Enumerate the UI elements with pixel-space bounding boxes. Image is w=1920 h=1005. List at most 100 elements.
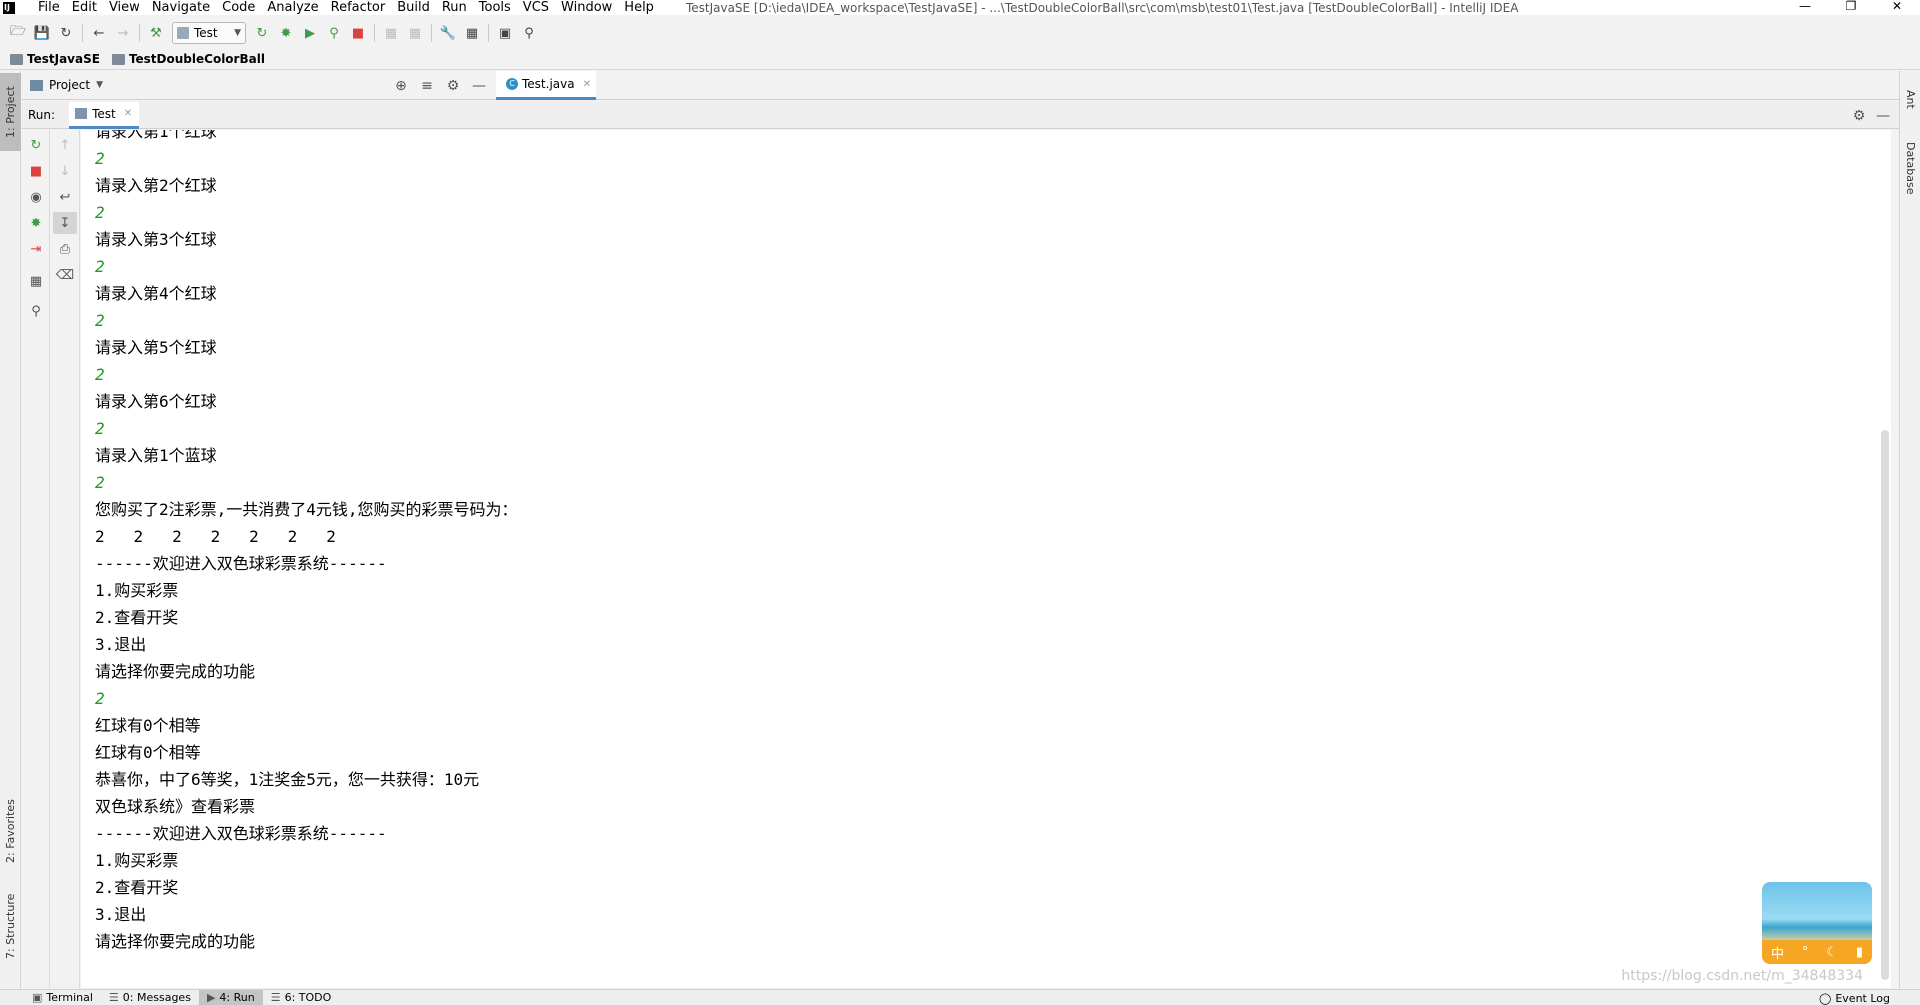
profile-icon[interactable]: ⚲ [322, 22, 346, 44]
run-tool-window-header: Run: Test ✕ ⚙ — [22, 101, 1899, 129]
tab-run[interactable]: ▶ 4: Run [198, 989, 263, 1005]
settings-wrench-icon[interactable]: 🔧 [436, 22, 460, 44]
gear-icon[interactable]: ⚙ [440, 78, 466, 94]
tab-messages[interactable]: ☰ 0: Messages [101, 990, 199, 1005]
project-panel-actions: ⊕ ≡ ⚙ — [388, 71, 492, 100]
rerun-icon[interactable]: ↻ [250, 22, 274, 44]
menu-run[interactable]: Run [442, 0, 467, 15]
arrow-down-icon[interactable]: ↓ [53, 160, 77, 182]
project-view-select[interactable]: Project [49, 78, 90, 92]
pin-icon[interactable]: ⚲ [24, 300, 48, 322]
synchronize-icon[interactable]: ↻ [54, 22, 78, 44]
menu-file[interactable]: File [38, 0, 60, 15]
console-output-line: 请录入第6个红球 [95, 392, 217, 411]
breadcrumb-project[interactable]: TestJavaSE [10, 52, 100, 66]
menu-bar: File Edit View Navigate Code Analyze Ref… [38, 0, 666, 15]
scroll-to-end-icon[interactable]: ↧ [53, 212, 77, 234]
breadcrumb-module[interactable]: TestDoubleColorBall [111, 52, 265, 66]
tab-structure[interactable]: 7: Structure [0, 886, 21, 966]
tab-project[interactable]: 1: Project [0, 73, 21, 151]
run-play-icon: ▶ [206, 991, 216, 1004]
tab-ant[interactable]: Ant [1900, 79, 1920, 119]
run-configuration-select[interactable]: Test ▼ [172, 22, 246, 44]
menu-window[interactable]: Window [561, 0, 612, 15]
run-label: Run: [28, 108, 56, 122]
trash-icon[interactable]: ⌫ [53, 264, 77, 286]
console-output[interactable]: 请录入第1个红球 2 请录入第2个红球 2 请录入第3个红球 2 请录入第4个红球 2 请录入第… [81, 130, 1891, 988]
breadcrumb-label: TestJavaSE [27, 52, 100, 66]
console-output-line: 3.退出 [95, 905, 147, 924]
menu-code[interactable]: Code [222, 0, 255, 15]
tab-todo[interactable]: ☰ 6: TODO [263, 990, 340, 1005]
editor-tab-test-java[interactable]: C Test.java ✕ [496, 71, 596, 100]
menu-vcs[interactable]: VCS [523, 0, 549, 15]
tab-database-label: Database [1904, 141, 1917, 195]
rerun-icon[interactable]: ↻ [24, 134, 48, 156]
layout-icon[interactable]: ▦ [24, 270, 48, 292]
close-tab-icon[interactable]: ✕ [124, 108, 132, 119]
exit-icon[interactable]: ⇥ [24, 238, 48, 260]
moon-icon: ☾ [1826, 944, 1838, 960]
project-structure-icon[interactable]: ▦ [460, 22, 484, 44]
tab-favorites[interactable]: 2: Favorites [0, 796, 21, 866]
run-coverage-icon[interactable]: ▶ [298, 22, 322, 44]
locate-target-icon[interactable]: ⊕ [388, 78, 414, 94]
menu-navigate[interactable]: Navigate [152, 0, 210, 15]
back-icon[interactable]: ← [87, 22, 111, 44]
tab-messages-label: 0: Messages [122, 991, 191, 1004]
soft-wrap-icon[interactable]: ↩ [53, 186, 77, 208]
console-output-line: 请录入第1个红球 [95, 130, 217, 141]
menu-help[interactable]: Help [624, 0, 654, 15]
menu-refactor[interactable]: Refactor [331, 0, 386, 15]
console-output-line: 双色球系统》查看彩票 [95, 797, 256, 816]
search-icon[interactable]: ⚲ [517, 22, 541, 44]
debug-bug-icon[interactable]: ✸ [24, 212, 48, 234]
window-title: TestJavaSE [D:\ieda\IDEA_workspace\TestJ… [685, 0, 1519, 15]
minimize-icon[interactable]: — [1782, 0, 1828, 15]
close-icon[interactable]: ✕ [1874, 0, 1920, 15]
console-output-line: 请录入第1个蓝球 [95, 446, 217, 465]
run-tab-test[interactable]: Test ✕ [69, 101, 140, 129]
floating-ime-widget[interactable]: 中 ° ☾ ▮ [1762, 882, 1872, 964]
navigation-bar: TestJavaSE TestDoubleColorBall [0, 49, 1920, 70]
open-folder-icon[interactable]: 🗁 [6, 22, 30, 44]
chevron-down-icon[interactable]: ▼ [96, 80, 103, 90]
close-tab-icon[interactable]: ✕ [583, 79, 591, 90]
debug-bug-icon[interactable]: ✸ [274, 22, 298, 44]
menu-build[interactable]: Build [397, 0, 430, 15]
run-actions-toolbar: ↻ ■ ◉ ✸ ⇥ ▦ ⚲ [22, 130, 50, 988]
terminal-window-icon[interactable]: ▣ [493, 22, 517, 44]
menu-edit[interactable]: Edit [72, 0, 97, 15]
print-icon[interactable]: ⎙ [53, 238, 77, 260]
commit-icon[interactable]: ▦ [403, 22, 427, 44]
update-icon[interactable]: ▦ [379, 22, 403, 44]
camera-dump-icon[interactable]: ◉ [24, 186, 48, 208]
editor-tab-bar: C Test.java ✕ [496, 71, 1899, 100]
main-toolbar: 🗁 💾 ↻ ← → ⚒ Test ▼ ↻ ✸ ▶ ⚲ ■ ▦ ▦ 🔧 ▦ ▣ ⚲ [0, 18, 1920, 48]
save-all-icon[interactable]: 💾 [30, 22, 54, 44]
event-log[interactable]: ◯ Event Log [1819, 990, 1890, 1005]
menu-view[interactable]: View [109, 0, 140, 15]
stop-icon[interactable]: ■ [24, 160, 48, 182]
tab-project-label: 1: Project [4, 86, 17, 138]
menu-tools[interactable]: Tools [479, 0, 511, 15]
collapse-all-icon[interactable]: ≡ [414, 78, 440, 94]
console-input-line: 2 [95, 203, 105, 222]
console-input-line: 2 [95, 311, 105, 330]
gear-icon[interactable]: ⚙ [1847, 108, 1871, 124]
arrow-up-icon[interactable]: ↑ [53, 134, 77, 156]
run-console-icon [75, 108, 88, 119]
forward-icon[interactable]: → [111, 22, 135, 44]
console-output-line: 请录入第2个红球 [95, 176, 217, 195]
hide-minus-icon[interactable]: — [466, 78, 492, 94]
vertical-scrollbar[interactable] [1881, 430, 1889, 980]
tab-terminal[interactable]: ▣ Terminal [24, 990, 101, 1005]
tab-database[interactable]: Database [1900, 133, 1920, 203]
hide-minus-icon[interactable]: — [1871, 108, 1895, 124]
stop-icon[interactable]: ■ [346, 22, 370, 44]
build-hammer-icon[interactable]: ⚒ [144, 22, 168, 44]
run-config-label: Test [194, 26, 218, 40]
console-input-line: 2 [95, 149, 105, 168]
restore-icon[interactable]: ❐ [1828, 0, 1874, 15]
menu-analyze[interactable]: Analyze [267, 0, 318, 15]
